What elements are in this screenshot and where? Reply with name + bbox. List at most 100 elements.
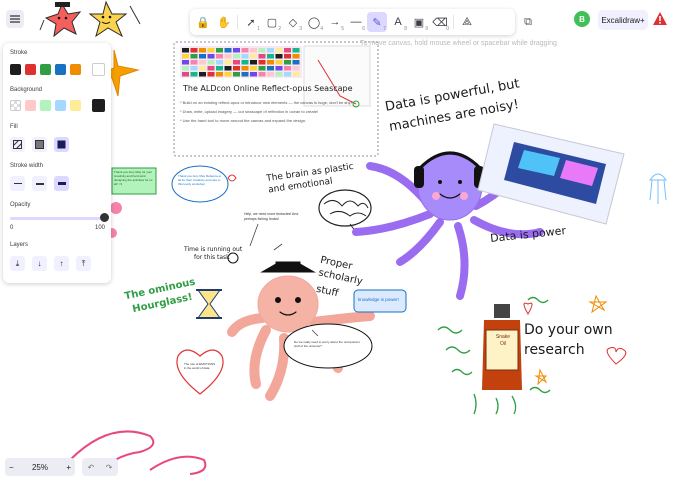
background-color-swatch[interactable]	[70, 100, 81, 111]
stroke-color-swatch[interactable]	[70, 64, 81, 75]
arrow-tool-button[interactable]: → 5	[325, 12, 345, 32]
palette-cell	[182, 48, 189, 53]
line-tool-button[interactable]: —6	[346, 12, 366, 32]
tool-shortcut: 8	[404, 26, 407, 32]
diamond-tool-button[interactable]: ◇ 3	[283, 12, 303, 33]
hamburger-icon	[10, 15, 20, 23]
time-text-line-1[interactable]: Time is running out	[184, 246, 242, 253]
selection-tool-button[interactable]: ➚ 1	[241, 12, 261, 33]
palette-cell	[199, 66, 206, 71]
dyor-text-line-2[interactable]: research	[524, 342, 585, 358]
background-color-swatch[interactable]	[10, 100, 21, 111]
main-toolbar: 🔒 ✋ ➚ 1 ▢ 2 ◇ 3 ◯ 4 → 5—6 ✎ 7 A 8 ▣ 9 ⌫ 0 ⟁	[190, 9, 515, 35]
opacity-slider-thumb[interactable]	[99, 213, 109, 222]
small-star-2-icon	[588, 294, 608, 314]
warning-icon[interactable]	[652, 11, 668, 27]
fill-solid-button[interactable]	[54, 137, 69, 152]
zoom-out-button[interactable]: −	[9, 463, 14, 472]
stroke-current-swatch[interactable]	[92, 63, 105, 76]
palette-cell	[284, 66, 291, 71]
snake-oil-label-line: Oil	[499, 341, 507, 347]
stroke-color-swatch[interactable]	[55, 64, 66, 75]
stroke-color-swatch[interactable]	[25, 64, 36, 75]
palette-cell	[233, 66, 240, 71]
stroke-width-thin-button[interactable]	[10, 176, 25, 191]
heart-drawing[interactable]	[176, 349, 224, 395]
background-color-swatch[interactable]	[25, 100, 36, 111]
solid-fill-icon	[57, 140, 66, 149]
layers-label: Layers	[10, 242, 29, 248]
zoom-level[interactable]: 25%	[32, 463, 48, 472]
dyor-text-line-1[interactable]: Do your own	[524, 322, 613, 338]
pink-blob	[110, 202, 122, 214]
palette-cell	[241, 66, 249, 71]
image-tool-button[interactable]: ▣ 9	[409, 12, 429, 33]
brain-drawing[interactable]	[318, 189, 372, 233]
palette-cell	[190, 72, 198, 77]
arrow-tool-icon: →	[329, 16, 341, 28]
time-text-line-2[interactable]: for this task	[194, 254, 230, 261]
palette-cell	[207, 72, 215, 77]
background-color-swatch[interactable]	[40, 100, 51, 111]
palette-cell	[284, 60, 291, 65]
palette-cell	[233, 54, 240, 59]
starfish-drawing-yellow[interactable]	[88, 0, 141, 38]
canvas-hint: To move canvas, hold mouse wheel or spac…	[360, 40, 557, 47]
jellyfish-drawing[interactable]	[649, 173, 667, 204]
palette-cell	[207, 48, 215, 53]
palette-cell	[224, 54, 232, 59]
bring-forward-button[interactable]: ↑	[54, 256, 69, 271]
send-backward-button[interactable]: ↓	[32, 256, 47, 271]
knowledge-box-text: knowledge is power!	[358, 297, 399, 302]
small-heart-icon	[227, 174, 237, 182]
hand-tool-button[interactable]: ✋	[214, 12, 234, 32]
palette-cell	[250, 48, 257, 53]
draw-tool-button[interactable]: ✎ 7	[367, 12, 387, 32]
fill-crosshatch-button[interactable]	[32, 137, 47, 152]
lock-tool-button[interactable]: 🔒	[193, 12, 213, 32]
stroke-color-swatch[interactable]	[40, 64, 51, 75]
bring-to-front-button[interactable]: ⤒	[76, 256, 91, 271]
infographic-image[interactable]	[477, 123, 625, 225]
opacity-slider-track[interactable]	[10, 217, 104, 220]
properties-panel: Stroke Background Fill Stroke width Opac…	[3, 43, 111, 283]
palette-cell	[275, 54, 283, 59]
eraser-tool-button[interactable]: ⌫ 0	[430, 12, 450, 33]
tool-shortcut: 7	[383, 26, 386, 32]
ellipse-tool-button[interactable]: ◯ 4	[304, 12, 324, 33]
stroke-width-bold-button[interactable]	[32, 176, 47, 191]
redo-button[interactable]: ↷	[106, 463, 113, 472]
palette-cell	[267, 60, 274, 65]
background-current-swatch[interactable]	[92, 99, 105, 112]
send-to-back-button[interactable]: ⤓	[10, 256, 25, 271]
extra-tools-button[interactable]: ⧉	[520, 14, 536, 30]
shapes-tool-icon: ⟁	[462, 15, 472, 28]
palette-cell	[275, 60, 283, 65]
palette-cell	[233, 60, 240, 65]
palette-cell	[258, 66, 266, 71]
palette-cell	[182, 60, 189, 65]
hachure-fill-icon	[13, 140, 22, 149]
excalidraw-plus-button[interactable]: Excalidraw+	[598, 10, 648, 30]
background-color-swatch[interactable]	[55, 100, 66, 111]
starfish-drawing-red[interactable]	[39, 2, 82, 38]
palette-cell	[284, 54, 291, 59]
shapes-tool-button[interactable]: ⟁	[457, 12, 477, 32]
stroke-color-swatch[interactable]	[10, 64, 21, 75]
fill-hachure-button[interactable]	[10, 137, 25, 152]
hourglass-drawing[interactable]	[196, 289, 222, 319]
palette-cell	[292, 48, 300, 53]
stroke-width-extra-bold-button[interactable]	[54, 176, 69, 191]
main-menu-button[interactable]	[6, 10, 24, 28]
palette-cell	[292, 72, 300, 77]
zoom-in-button[interactable]: +	[66, 463, 71, 472]
rectangle-tool-button[interactable]: ▢ 2	[262, 12, 282, 33]
user-avatar[interactable]: B	[574, 11, 590, 27]
text-tool-button[interactable]: A8	[388, 12, 408, 32]
palette-cell	[267, 48, 274, 53]
palette-cell	[190, 66, 198, 71]
rectangle-tool-icon: ▢	[266, 16, 278, 29]
palette-cell	[258, 60, 266, 65]
undo-button[interactable]: ↶	[88, 463, 95, 472]
heart-note-text: The role of EMOTIONS in the world of dat…	[184, 362, 216, 370]
